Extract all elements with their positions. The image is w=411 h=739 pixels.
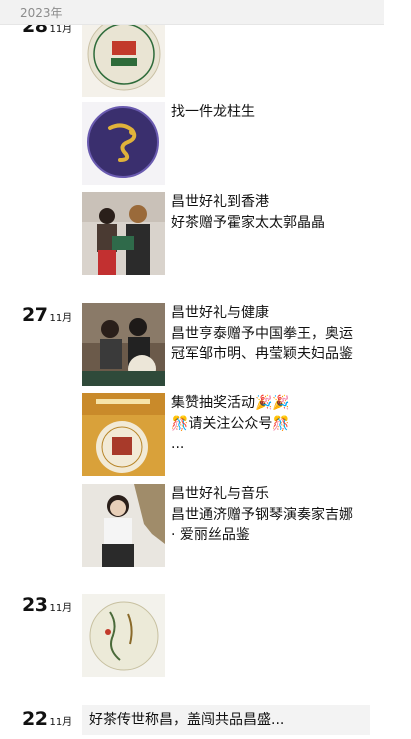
date-day: 22 [22,708,48,730]
post-thumbnail-dragon-cake[interactable] [82,102,165,185]
post-text[interactable]: 昌世好礼到香港 好茶赠予霍家太太郭晶晶 [171,192,371,233]
post-thumbnail-photo-music[interactable] [82,484,165,567]
post-line: 🎊请关注公众号🎊 [171,415,290,432]
post-thumbnail-tea-cake-2[interactable] [82,594,165,677]
post-line: 昌世通济赠予钢琴演奏家吉娜 [171,506,353,523]
post-text[interactable]: 找一件龙柱生 [171,102,371,123]
date-month: 11月 [49,603,73,614]
date-month: 11月 [49,717,73,728]
post-line: 好茶赠予霍家太太郭晶晶 [171,214,325,231]
post-thumbnail-tea-cake-1[interactable] [82,14,165,97]
post-line: 昌世亨泰赠予中国拳王，奥运 [171,325,353,342]
date-group-22: 22 11月 [22,708,72,730]
post-line: 昌世好礼与健康 [171,305,269,321]
post-thumbnail-lottery[interactable] [82,393,165,476]
date-group-23: 23 11月 [22,594,72,616]
post-title: 找一件龙柱生 [171,104,255,120]
post-thumbnail-photo-health[interactable] [82,303,165,386]
year-header: 2023年 [0,0,384,25]
post-line: 集赞抽奖活动🎉🎉 [171,395,290,411]
post-thumbnail-photo-hongkong[interactable] [82,192,165,275]
date-month: 11月 [49,313,73,324]
date-day: 27 [22,304,48,326]
post-line: 昌世好礼到香港 [171,194,269,210]
year-label: 2023年 [20,6,63,20]
post-text[interactable]: 昌世好礼与健康 昌世亨泰赠予中国拳王，奥运 冠军邹市明、冉莹颖夫妇品鉴 [171,303,371,365]
post-text[interactable]: 集赞抽奖活动🎉🎉 🎊请关注公众号🎊 ... [171,393,371,455]
post-text[interactable]: 昌世好礼与音乐 昌世通济赠予钢琴演奏家吉娜 · 爱丽丝品鉴 [171,484,371,546]
post-line: 冠军邹市明、冉莹颖夫妇品鉴 [171,346,353,362]
date-day: 23 [22,594,48,616]
post-line: · 爱丽丝品鉴 [171,527,250,543]
date-group-27: 27 11月 [22,304,72,326]
post-text-only[interactable]: 好茶传世称昌，盖闯共品昌盛... [82,705,370,735]
post-line: 昌世好礼与音乐 [171,486,269,502]
post-line: ... [171,436,185,452]
